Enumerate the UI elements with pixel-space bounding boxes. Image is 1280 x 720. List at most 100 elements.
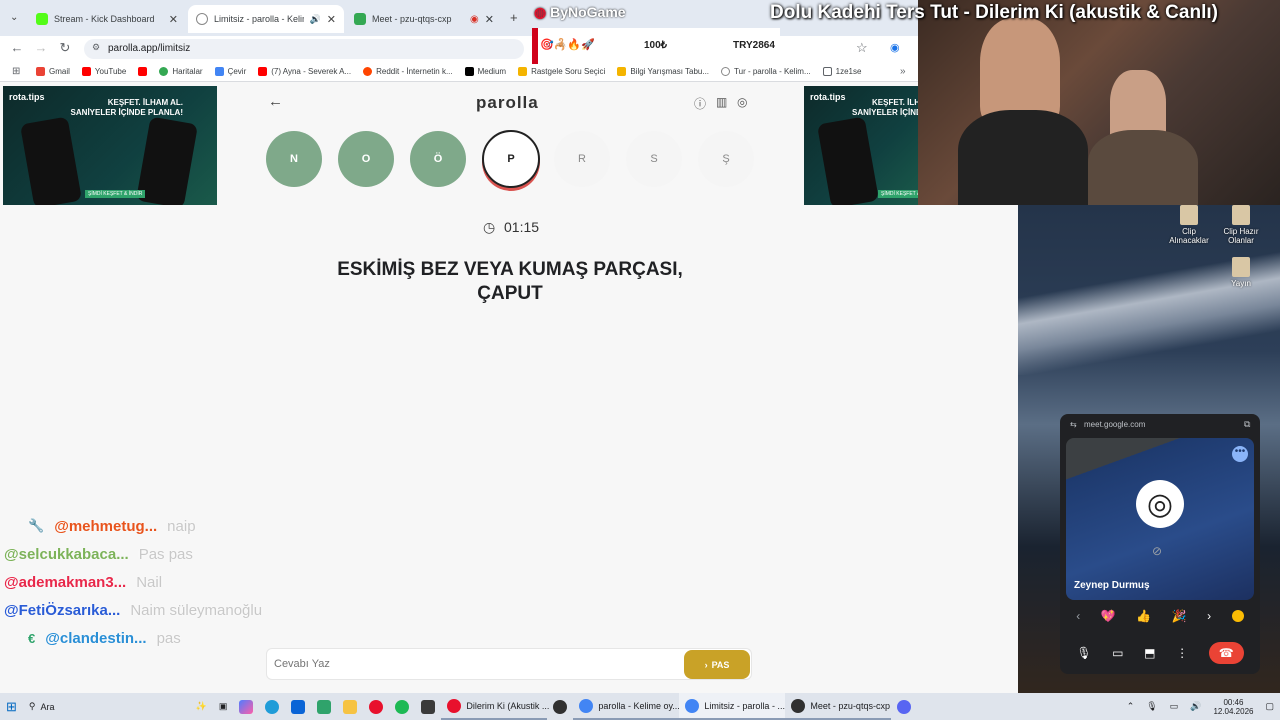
discord-icon[interactable]	[891, 693, 917, 720]
tab-label: Stream - Kick Dashboard	[54, 14, 155, 24]
pass-button[interactable]: › PAS	[684, 650, 750, 679]
spotify-icon[interactable]	[389, 693, 415, 720]
tab-label: Limitsiz - parolla - Kelime o	[214, 14, 304, 24]
microphone-icon[interactable]: 🎙	[1076, 646, 1091, 660]
tab-kick-dashboard[interactable]: Stream - Kick Dashboard ✕	[28, 5, 186, 33]
bookmark-ayna[interactable]: (7) Ayna - Severek A...	[258, 67, 351, 76]
bookmark-rastgele[interactable]: Rastgele Soru Seçici	[518, 67, 605, 76]
chat-text: Naim süleymanoğlu	[130, 601, 263, 619]
thumbs-up-reaction-icon[interactable]: 👍	[1136, 609, 1151, 623]
tab-search-icon[interactable]: ⌄	[10, 12, 18, 23]
new-tab-button[interactable]: +	[510, 10, 518, 25]
start-icon[interactable]: ⊞	[0, 693, 23, 720]
chat-message: 🔧 @mehmetug... naip	[28, 512, 288, 540]
tab-parolla[interactable]: Limitsiz - parolla - Kelime o 🔊 ✕	[188, 5, 344, 33]
reload-icon[interactable]: ↻	[56, 40, 74, 56]
taskbar-search[interactable]: ⚲ Ara ✨	[23, 693, 213, 720]
bookmark-translate[interactable]: Çevir	[214, 67, 246, 76]
clock[interactable]: 00:46 12.04.2026	[1207, 693, 1259, 720]
chevron-right-icon[interactable]: ›	[1207, 609, 1211, 623]
stats-icon[interactable]: ▥	[716, 95, 727, 109]
notifications-icon[interactable]: ▢	[1259, 693, 1280, 720]
desktop-folder-yayin[interactable]: Yayın	[1218, 257, 1264, 288]
close-icon[interactable]: ✕	[327, 13, 336, 26]
end-call-button[interactable]: ☎	[1208, 642, 1244, 664]
task-view-icon[interactable]: ▣	[213, 693, 234, 720]
wrench-badge-icon: 🔧	[28, 518, 45, 533]
camera-icon[interactable]: ▭	[1112, 646, 1123, 660]
copilot-icon[interactable]	[233, 693, 259, 720]
profile-icon[interactable]: ◎	[737, 95, 747, 109]
more-bookmarks-icon[interactable]: »	[900, 66, 906, 77]
info-icon[interactable]: ⓘ	[694, 95, 706, 112]
chevron-left-icon[interactable]: ‹	[1076, 609, 1080, 623]
tab-label: Meet - pzu-qtqs-cxp	[372, 14, 452, 24]
opera-icon[interactable]	[363, 693, 389, 720]
windows-taskbar: ⊞ ⚲ Ara ✨ ▣ Dilerim Ki (Akustik ... paro…	[0, 693, 1280, 720]
sponsor-logo: ◍ ByNoGame	[534, 4, 626, 20]
edge-icon[interactable]	[259, 693, 285, 720]
close-icon[interactable]: ✕	[169, 13, 178, 26]
microphone-icon[interactable]: 🎙	[1140, 693, 1163, 720]
taskbar-app-obs-meet[interactable]: Meet - pzu-qtqs-cxp	[785, 693, 892, 720]
bookmark-tur[interactable]: Tur - parolla - Kelim...	[721, 67, 811, 76]
forward-icon[interactable]: →	[32, 40, 50, 55]
present-screen-icon[interactable]: ⬒	[1144, 646, 1155, 660]
back-to-tab-icon[interactable]: ⧉	[1244, 419, 1250, 430]
ad-line1: KEŞFET. İLHAM AL.	[107, 98, 183, 107]
bookmark-folder[interactable]: 1ze1se	[822, 67, 861, 76]
outlook-icon[interactable]	[285, 693, 311, 720]
donation-code: TRY2864	[733, 40, 775, 51]
bookmark-star-icon[interactable]: ☆	[856, 40, 868, 56]
meet-pip-window: ⇆ meet.google.com ⧉ ◎ ⊘ ••• Zeynep Durmu…	[1060, 414, 1260, 674]
network-icon[interactable]: ▭	[1164, 693, 1185, 720]
more-vert-icon[interactable]: ⋮	[1176, 646, 1188, 660]
bookmarks-bar: ⊞ Gmail YouTube Haritalar Çevir (7) Ayna…	[0, 62, 918, 82]
euro-badge-icon: €	[28, 630, 36, 646]
close-icon[interactable]: ✕	[485, 13, 494, 26]
desktop-folder-clip-hazir[interactable]: Clip Hazır Olanlar	[1218, 205, 1264, 245]
bookmark-gmail[interactable]: Gmail	[36, 67, 70, 76]
letter-circle-p-current: P	[482, 130, 540, 188]
more-options-icon[interactable]: •••	[1232, 446, 1248, 462]
bookmark-medium[interactable]: Medium	[464, 67, 506, 76]
raise-hand-icon[interactable]	[1231, 610, 1244, 622]
speaker-icon[interactable]: 🔊	[310, 14, 321, 25]
taskbar-app-chrome-parolla[interactable]: parolla - Kelime oy...	[573, 693, 680, 720]
youtube-icon	[81, 67, 91, 76]
chrome-icon	[579, 698, 594, 713]
bookmark-bilgi[interactable]: Bilgi Yarışması Tabu...	[617, 67, 709, 76]
bookmark-reddit[interactable]: Reddit - İnternetin k...	[363, 67, 453, 76]
back-icon[interactable]: ←	[8, 40, 26, 55]
bookmark-youtube[interactable]: YouTube	[81, 67, 126, 76]
davinci-icon[interactable]	[415, 693, 441, 720]
bookmark-maps[interactable]: Haritalar	[159, 67, 203, 76]
meet-drag-icon[interactable]: ⇆	[1070, 420, 1077, 429]
volume-icon[interactable]: 🔊	[1184, 693, 1207, 720]
heart-reaction-icon[interactable]: 💖	[1101, 609, 1116, 623]
desktop-folder-clip-alinacaklar[interactable]: Clip Alınacaklar	[1166, 205, 1212, 245]
meet-url: meet.google.com	[1084, 420, 1146, 429]
ad-cta: ŞİMDİ KEŞFET & İNDİR	[878, 190, 918, 198]
obs-icon[interactable]	[547, 693, 573, 720]
url-bar[interactable]: ⚙ parolla.app/limitsiz	[84, 39, 524, 59]
apps-grid-icon[interactable]: ⊞	[12, 66, 20, 77]
bookmark-youtube-2[interactable]	[138, 67, 148, 76]
answer-input[interactable]	[274, 654, 674, 674]
file-explorer-icon[interactable]	[337, 693, 363, 720]
store-icon[interactable]	[311, 693, 337, 720]
party-reaction-icon[interactable]: 🎉	[1172, 609, 1187, 623]
ad-banner-right[interactable]: rota.tips KEŞFET. İLHAM AL. SANİYELER İÇ…	[804, 86, 918, 205]
tray-chevron-icon[interactable]: ⌃	[1121, 693, 1141, 720]
page-title: parolla	[476, 93, 539, 112]
ad-cta: ŞİMDİ KEŞFET & İNDİR	[85, 190, 146, 198]
tab-meet[interactable]: Meet - pzu-qtqs-cxp ◉ ✕	[346, 5, 502, 33]
ad-banner-left[interactable]: rota.tips KEŞFET. İLHAM AL. SANİYELER İÇ…	[3, 86, 217, 205]
cast-icon[interactable]: ◉	[890, 41, 900, 54]
back-arrow-icon[interactable]: ←	[268, 93, 283, 110]
taskbar-app-youtube[interactable]: Dilerim Ki (Akustik ...	[441, 693, 549, 720]
taskbar-app-chrome-limitsiz[interactable]: Limitsiz - parolla - ...	[679, 693, 786, 720]
chat-message: @ademakman3... Nail	[4, 568, 288, 596]
clock-icon: ◷	[483, 219, 496, 235]
site-info-icon[interactable]: ⚙	[92, 42, 100, 53]
